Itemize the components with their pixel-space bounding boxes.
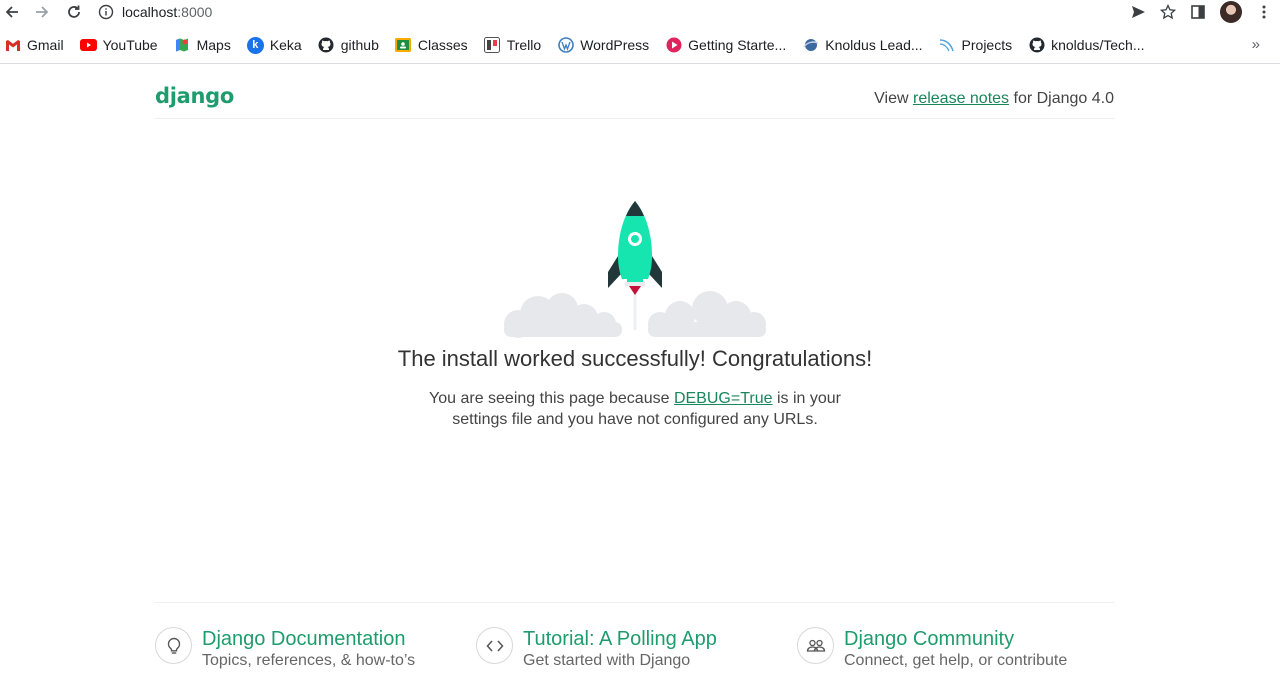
release-suffix: for Django 4.0 — [1009, 90, 1114, 107]
page-title: The install worked successfully! Congrat… — [397, 346, 873, 371]
bookmark-label: Projects — [961, 37, 1013, 53]
gmail-icon — [4, 37, 21, 54]
rocket-flame — [629, 286, 641, 295]
bookmark-getting-started[interactable]: Getting Starte... — [665, 37, 786, 54]
github-icon — [318, 37, 335, 54]
bookmark-label: Maps — [196, 37, 231, 53]
bookmark-projects[interactable]: Projects — [939, 37, 1013, 54]
projects-icon — [939, 37, 956, 54]
card-tutorial[interactable]: Tutorial: A Polling App Get started with… — [476, 627, 717, 677]
wordpress-icon — [557, 37, 574, 54]
release-prefix: View — [874, 90, 913, 107]
getting-started-icon — [665, 37, 682, 54]
bookmark-keka[interactable]: k Keka — [246, 36, 302, 54]
bookmark-trello[interactable]: Trello — [484, 37, 542, 54]
send-tab-icon[interactable] — [1130, 4, 1146, 20]
forward-button[interactable] — [27, 0, 57, 24]
bookmark-knoldus[interactable]: Knoldus Lead... — [802, 37, 923, 54]
address-bar[interactable]: localhost:8000 — [98, 0, 1098, 24]
chrome-divider — [0, 63, 1280, 64]
site-info-icon[interactable] — [98, 4, 114, 20]
bookmark-label: Getting Starte... — [688, 37, 787, 53]
bookmark-wordpress[interactable]: WordPress — [557, 37, 649, 54]
bookmark-label: WordPress — [580, 37, 650, 53]
profile-avatar[interactable] — [1220, 1, 1242, 23]
side-panel-icon[interactable] — [1190, 4, 1206, 20]
subtitle-part-1: You are seeing this page because — [429, 390, 674, 407]
maps-icon — [174, 37, 191, 54]
bookmarks-bar: Gmail YouTube Maps k Keka github Classes… — [0, 31, 1280, 59]
bookmark-label: Keka — [269, 37, 302, 53]
bookmark-classes[interactable]: Classes — [395, 37, 468, 54]
bookmark-label: Classes — [417, 37, 468, 53]
rocket-illustration — [500, 196, 770, 341]
bookmark-knoldus-tech[interactable]: knoldus/Tech... — [1028, 37, 1145, 54]
card-title[interactable]: Django Documentation — [202, 627, 415, 651]
bookmark-label: Trello — [506, 37, 542, 53]
trello-icon — [484, 37, 501, 54]
card-subtitle: Connect, get help, or contribute — [844, 652, 1068, 669]
lightbulb-icon — [155, 627, 192, 664]
bookmark-maps[interactable]: Maps — [174, 37, 231, 54]
page-subtitle: You are seeing this page because DEBUG=T… — [420, 388, 850, 430]
people-icon — [797, 627, 834, 664]
card-community[interactable]: Django Community Connect, get help, or c… — [797, 627, 1067, 677]
django-logo[interactable]: django — [155, 84, 234, 108]
bookmark-label: YouTube — [102, 37, 158, 53]
toolbar-actions — [1130, 0, 1272, 24]
github-icon — [1028, 37, 1045, 54]
back-button[interactable] — [0, 0, 27, 24]
url-port: :8000 — [177, 4, 213, 20]
youtube-icon — [79, 37, 97, 54]
reload-icon — [68, 5, 80, 18]
card-title[interactable]: Django Community — [844, 627, 1067, 651]
bookmark-star-icon[interactable] — [1160, 4, 1176, 20]
debug-true-link[interactable]: DEBUG=True — [674, 390, 773, 407]
card-documentation[interactable]: Django Documentation Topics, references,… — [155, 627, 415, 677]
url-host: localhost — [122, 4, 178, 20]
reload-button[interactable] — [59, 0, 89, 24]
knoldus-icon — [802, 37, 819, 54]
menu-kebab-icon[interactable] — [1256, 4, 1272, 20]
page-header: django View release notes for Django 4.0 — [155, 80, 1114, 119]
cloud-left — [504, 293, 622, 338]
release-notes-link[interactable]: release notes — [913, 90, 1009, 107]
back-arrow-icon — [5, 6, 18, 18]
bookmark-label: knoldus/Tech... — [1051, 37, 1145, 53]
more-bookmarks-button[interactable]: » — [1252, 36, 1260, 53]
release-notes-text: View release notes for Django 4.0 — [874, 90, 1114, 108]
cloud-right — [648, 291, 766, 337]
card-title[interactable]: Tutorial: A Polling App — [523, 627, 717, 651]
forward-arrow-icon — [36, 6, 49, 18]
url-text: localhost:8000 — [122, 4, 212, 20]
keka-icon: k — [246, 36, 264, 54]
bookmark-github[interactable]: github — [318, 37, 379, 54]
browser-toolbar: localhost:8000 — [0, 0, 1280, 26]
card-subtitle: Topics, references, & how-to’s — [202, 652, 416, 669]
bookmark-gmail[interactable]: Gmail — [4, 37, 64, 54]
rocket-nose — [626, 201, 644, 216]
bookmark-label: Gmail — [27, 37, 64, 53]
code-icon — [476, 627, 513, 664]
bookmark-label: Knoldus Lead... — [825, 37, 923, 53]
footer-divider — [155, 602, 1114, 603]
classes-icon — [395, 37, 412, 54]
card-subtitle: Get started with Django — [523, 652, 691, 669]
bookmark-label: github — [340, 37, 379, 53]
bookmark-youtube[interactable]: YouTube — [79, 37, 158, 54]
